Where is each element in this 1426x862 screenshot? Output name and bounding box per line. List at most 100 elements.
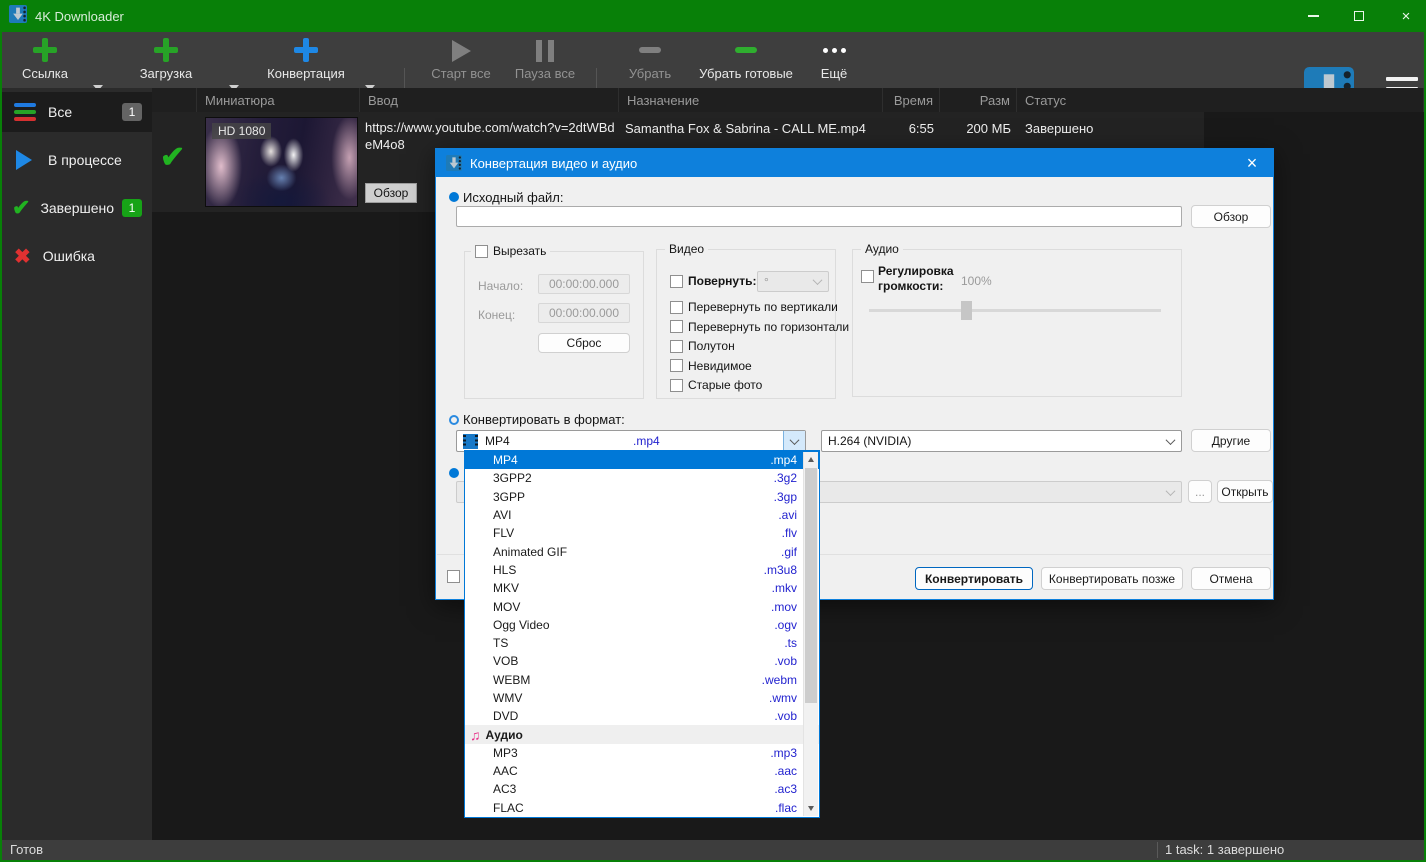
checkbox[interactable] [670,320,683,333]
sidebar-item-completed[interactable]: ✔ Завершено 1 [2,188,152,228]
more-button[interactable]: Ещё [808,36,860,84]
column-header[interactable]: Миниатюра [197,88,360,112]
maximize-button[interactable] [1339,0,1379,32]
cancel-button[interactable]: Отмена [1191,567,1271,590]
format-option-mp3[interactable]: MP3.mp3 [465,744,819,762]
minus-icon [639,47,661,53]
column-header[interactable]: Статус [1017,88,1424,112]
video-option-checkbox[interactable]: Перевернуть по вертикали [670,300,849,314]
format-option-flv[interactable]: FLV.flv [465,524,819,542]
video-group-label: Видео [665,242,708,256]
checkbox[interactable] [670,301,683,314]
codec-select[interactable]: H.264 (NVIDIA) [821,430,1182,452]
main-toolbar: Ссылка Загрузка Конвертация Старт все Па… [2,32,1424,88]
format-option-webm[interactable]: WEBM.webm [465,671,819,689]
format-option-mov[interactable]: MOV.mov [465,597,819,615]
column-header[interactable] [152,88,197,112]
format-option-flac[interactable]: FLAC.flac [465,799,819,817]
volume-slider-handle[interactable] [961,301,972,320]
format-option-aac[interactable]: AAC.aac [465,762,819,780]
browse-button[interactable]: Обзор [1191,205,1271,228]
scroll-down-icon[interactable] [808,806,814,811]
checkbox[interactable] [670,359,683,372]
video-option-checkbox[interactable]: Невидимое [670,359,849,373]
add-download-button[interactable]: Загрузка [130,36,202,84]
cut-group: Вырезать Начало: 00:00:00.000 Конец: 00:… [464,251,644,399]
format-option-ogg-video[interactable]: Ogg Video.ogv [465,616,819,634]
start-time-input[interactable]: 00:00:00.000 [538,274,630,294]
video-format-icon [463,434,478,449]
sidebar-item-in-progress[interactable]: В процессе [2,140,152,180]
format-option-wmv[interactable]: WMV.wmv [465,689,819,707]
column-header[interactable]: Ввод [360,88,619,112]
output-step-bullet [449,468,459,478]
close-button[interactable]: × [1386,0,1426,32]
audio-section-header: ♫Аудио [465,725,819,743]
pause-all-button[interactable]: Пауза все [504,36,586,84]
rotate-option[interactable]: Повернуть: [670,274,757,288]
format-option-vob[interactable]: VOB.vob [465,652,819,670]
format-option-3gpp[interactable]: 3GPP.3gp [465,488,819,506]
sidebar-item-all[interactable]: Все 1 [2,92,152,132]
checkbox[interactable] [670,275,683,288]
table-header: МиниатюраВводНазначениеВремяРазмСтатус [152,88,1424,112]
minimize-button[interactable] [1293,0,1333,32]
scroll-up-icon[interactable] [808,457,814,462]
open-output-button[interactable]: Открыть [1217,480,1273,503]
sidebar-item-error[interactable]: ✖ Ошибка [2,236,152,276]
scrollbar-thumb[interactable] [805,468,817,703]
remove-button[interactable]: Убрать [614,36,686,84]
reset-button[interactable]: Сброс [538,333,630,353]
volume-checkbox[interactable] [861,270,874,283]
window-titlebar: 4K Downloader × [0,0,1426,32]
dialog-title: Конвертация видео и аудио [470,156,637,171]
source-file-label: Исходный файл: [463,190,564,205]
column-header[interactable]: Разм [940,88,1017,112]
format-select[interactable]: MP4 .mp4 [456,430,806,452]
start-all-button[interactable]: Старт все [420,36,502,84]
task-summary: 1 task: 1 завершено [1165,842,1284,857]
format-option-dvd[interactable]: DVD.vob [465,707,819,725]
cut-checkbox[interactable] [475,245,488,258]
add-link-button[interactable]: Ссылка [12,36,78,84]
plus-icon [33,38,57,62]
column-header[interactable]: Назначение [619,88,883,112]
format-option-mp4[interactable]: MP4.mp4 [465,451,819,469]
start-label: Начало: [478,279,523,293]
video-option-checkbox[interactable]: Перевернуть по горизонтали [670,320,849,334]
footer-checkbox[interactable] [447,570,460,583]
add-conversion-button[interactable]: Конвертация [257,36,355,84]
format-option-animated-gif[interactable]: Animated GIF.gif [465,542,819,560]
remove-completed-button[interactable]: Убрать готовые [692,36,800,84]
volume-slider-track[interactable] [869,309,1161,312]
format-option-3gpp2[interactable]: 3GPP2.3g2 [465,469,819,487]
column-header[interactable]: Время [883,88,940,112]
format-option-ac3[interactable]: AC3.ac3 [465,780,819,798]
other-formats-button[interactable]: Другие [1191,429,1271,452]
end-time-input[interactable]: 00:00:00.000 [538,303,630,323]
checkbox[interactable] [670,379,683,392]
option-label: Старые фото [688,378,762,392]
video-option-checkbox[interactable]: Полутон [670,339,849,353]
option-label: Невидимое [688,359,752,373]
dialog-close-icon[interactable]: × [1239,149,1265,177]
dialog-app-icon [446,155,462,171]
rotate-angle-select[interactable]: ° [757,271,829,292]
convert-later-button[interactable]: Конвертировать позже [1041,567,1183,590]
dropdown-scrollbar[interactable] [803,452,818,816]
checkbox[interactable] [670,340,683,353]
all-items-icon [14,103,36,121]
check-icon: ✔ [12,195,30,221]
video-option-checkbox[interactable]: Старые фото [670,378,849,392]
format-option-mkv[interactable]: MKV.mkv [465,579,819,597]
convert-button[interactable]: Конвертировать [915,567,1033,590]
format-option-ts[interactable]: TS.ts [465,634,819,652]
output-browse-button[interactable]: ... [1188,480,1212,503]
source-file-input[interactable] [456,206,1182,227]
row-browse-button[interactable]: Обзор [365,183,417,203]
row-destination: Samantha Fox & Sabrina - CALL ME.mp4 [625,121,875,136]
format-option-avi[interactable]: AVI.avi [465,506,819,524]
video-thumbnail: HD 1080 [205,117,358,207]
in-progress-icon [16,150,32,170]
format-option-hls[interactable]: HLS.m3u8 [465,561,819,579]
